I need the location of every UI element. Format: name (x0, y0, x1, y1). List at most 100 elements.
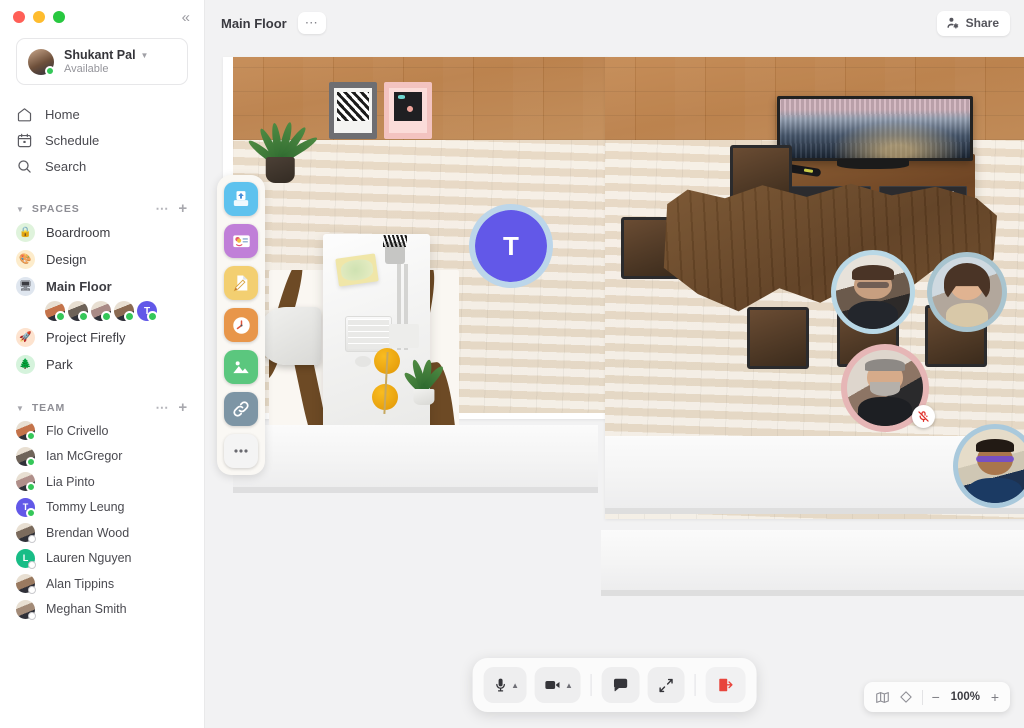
spaces-header: ▼ SPACES ⋯ + (16, 199, 188, 219)
team-member-name: Meghan Smith (46, 602, 127, 616)
leave-room-button[interactable] (706, 667, 746, 703)
tv-screen (777, 96, 973, 161)
mic-toggle-button[interactable]: ▲ (483, 667, 527, 703)
presence-dot (26, 431, 36, 441)
poster-left (329, 82, 377, 139)
presence-dot (26, 508, 36, 518)
sidebar-space-project-firefly[interactable]: 🚀Project Firefly (16, 324, 188, 351)
microphone-muted-icon (917, 410, 930, 423)
participant-video (836, 255, 910, 329)
sidebar-team-member[interactable]: Flo Crivello (16, 418, 188, 444)
avatar (16, 523, 35, 542)
chevron-down-icon[interactable]: ▼ (16, 404, 25, 413)
sidebar-team-member[interactable]: Meghan Smith (16, 597, 188, 623)
team-more-icon[interactable]: ⋯ (155, 404, 169, 412)
nav-item-home[interactable]: Home (16, 101, 188, 127)
current-user-card[interactable]: Shukant Pal ▼ Available (16, 38, 188, 85)
sidebar-team-member[interactable]: Lia Pinto (16, 469, 188, 495)
tool-timer-button[interactable] (224, 308, 258, 342)
sidebar-team-member[interactable]: Ian McGregor (16, 444, 188, 470)
sidebar-team-member[interactable]: L Lauren Nguyen (16, 546, 188, 572)
zoom-out-button[interactable]: − (932, 690, 940, 704)
mic-options-chevron-icon[interactable]: ▲ (511, 681, 519, 690)
virtual-office-floorplan[interactable]: T (205, 0, 1024, 728)
tv-stand (837, 159, 909, 169)
link-icon (231, 399, 251, 419)
team-add-icon[interactable]: + (178, 402, 188, 414)
window-close-button[interactable] (13, 11, 25, 23)
presentation-icon (231, 231, 252, 252)
presence-dot (45, 66, 55, 76)
presence-dot (147, 311, 158, 322)
window-minimize-button[interactable] (33, 11, 45, 23)
tool-image-button[interactable] (224, 350, 258, 384)
nav-item-search[interactable]: Search (16, 153, 188, 179)
nav-item-schedule[interactable]: Schedule (16, 127, 188, 153)
sidebar-space-boardroom[interactable]: 🔒Boardroom (16, 219, 188, 246)
self-avatar[interactable]: T (469, 204, 553, 288)
chat-button[interactable] (602, 667, 640, 703)
map-icon[interactable] (875, 690, 890, 705)
space-label: Design (46, 252, 86, 267)
avatar (16, 600, 35, 619)
tool-upload-button[interactable] (224, 182, 258, 216)
presence-dot (124, 311, 135, 322)
nav-label: Home (45, 107, 80, 122)
space-icon: 🖥 (16, 277, 35, 296)
team-list: Flo Crivello Ian McGregor Lia PintoTTommy … (16, 418, 188, 622)
presence-dot (26, 457, 36, 467)
avatar: T (137, 301, 157, 321)
spaces-title: SPACES (32, 203, 80, 215)
team-member-name: Lauren Nguyen (46, 551, 131, 565)
camera-toggle-button[interactable]: ▲ (535, 667, 581, 703)
sidebar-space-main-floor[interactable]: 🖥Main Floor (16, 273, 188, 300)
sidebar-team-member[interactable]: Alan Tippins (16, 571, 188, 597)
spaces-add-icon[interactable]: + (178, 203, 188, 215)
chevron-down-icon[interactable]: ▼ (141, 51, 149, 60)
sidebar-team-member[interactable]: TTommy Leung (16, 495, 188, 521)
avatar: T (16, 498, 35, 517)
tool-present-button[interactable] (224, 224, 258, 258)
participant-video (932, 257, 1002, 327)
note-pencil-icon (231, 273, 251, 293)
space-label: Park (46, 357, 73, 372)
expand-arrows-icon (658, 677, 675, 694)
divider (695, 674, 696, 696)
tool-whiteboard-button[interactable] (224, 266, 258, 300)
participant-lia-pinto[interactable] (927, 252, 1007, 332)
spaces-more-icon[interactable]: ⋯ (155, 205, 169, 213)
chevron-down-icon[interactable]: ▼ (16, 205, 25, 214)
sidebar-collapse-icon[interactable]: « (179, 8, 191, 27)
tool-more-button[interactable] (224, 434, 258, 468)
chat-bubble-icon (612, 676, 630, 694)
desk (323, 234, 430, 437)
team-member-name: Brendan Wood (46, 526, 129, 540)
fullscreen-button[interactable] (648, 667, 685, 703)
sidebar-space-park[interactable]: 🌲Park (16, 351, 188, 378)
window-maximize-button[interactable] (53, 11, 65, 23)
window-traffic-lights (13, 11, 65, 23)
sidebar-space-design[interactable]: 🎨Design (16, 246, 188, 273)
avatar (114, 301, 134, 321)
room-divider (233, 487, 598, 493)
room-menu-button[interactable]: ⋯ (298, 12, 326, 34)
upload-icon (231, 189, 251, 209)
participant-flo-crivello[interactable] (841, 344, 929, 432)
team-member-name: Ian McGregor (46, 449, 122, 463)
nav-label: Search (45, 159, 86, 174)
zoom-in-button[interactable]: + (991, 690, 999, 704)
search-icon (16, 158, 33, 175)
zoom-level-value: 100% (949, 691, 982, 703)
participant-ian-mcgregor[interactable] (831, 250, 915, 334)
share-label: Share (966, 16, 999, 30)
sidebar-team-member[interactable]: Brendan Wood (16, 520, 188, 546)
home-icon (16, 106, 33, 123)
tool-link-button[interactable] (224, 392, 258, 426)
avatar: L (16, 549, 35, 568)
space-icon: 🔒 (16, 223, 35, 242)
share-button[interactable]: Share (937, 11, 1010, 36)
person-gear-icon (946, 16, 960, 30)
diamond-locate-icon[interactable] (899, 690, 913, 704)
camera-options-chevron-icon[interactable]: ▲ (565, 681, 573, 690)
divider (591, 674, 592, 696)
